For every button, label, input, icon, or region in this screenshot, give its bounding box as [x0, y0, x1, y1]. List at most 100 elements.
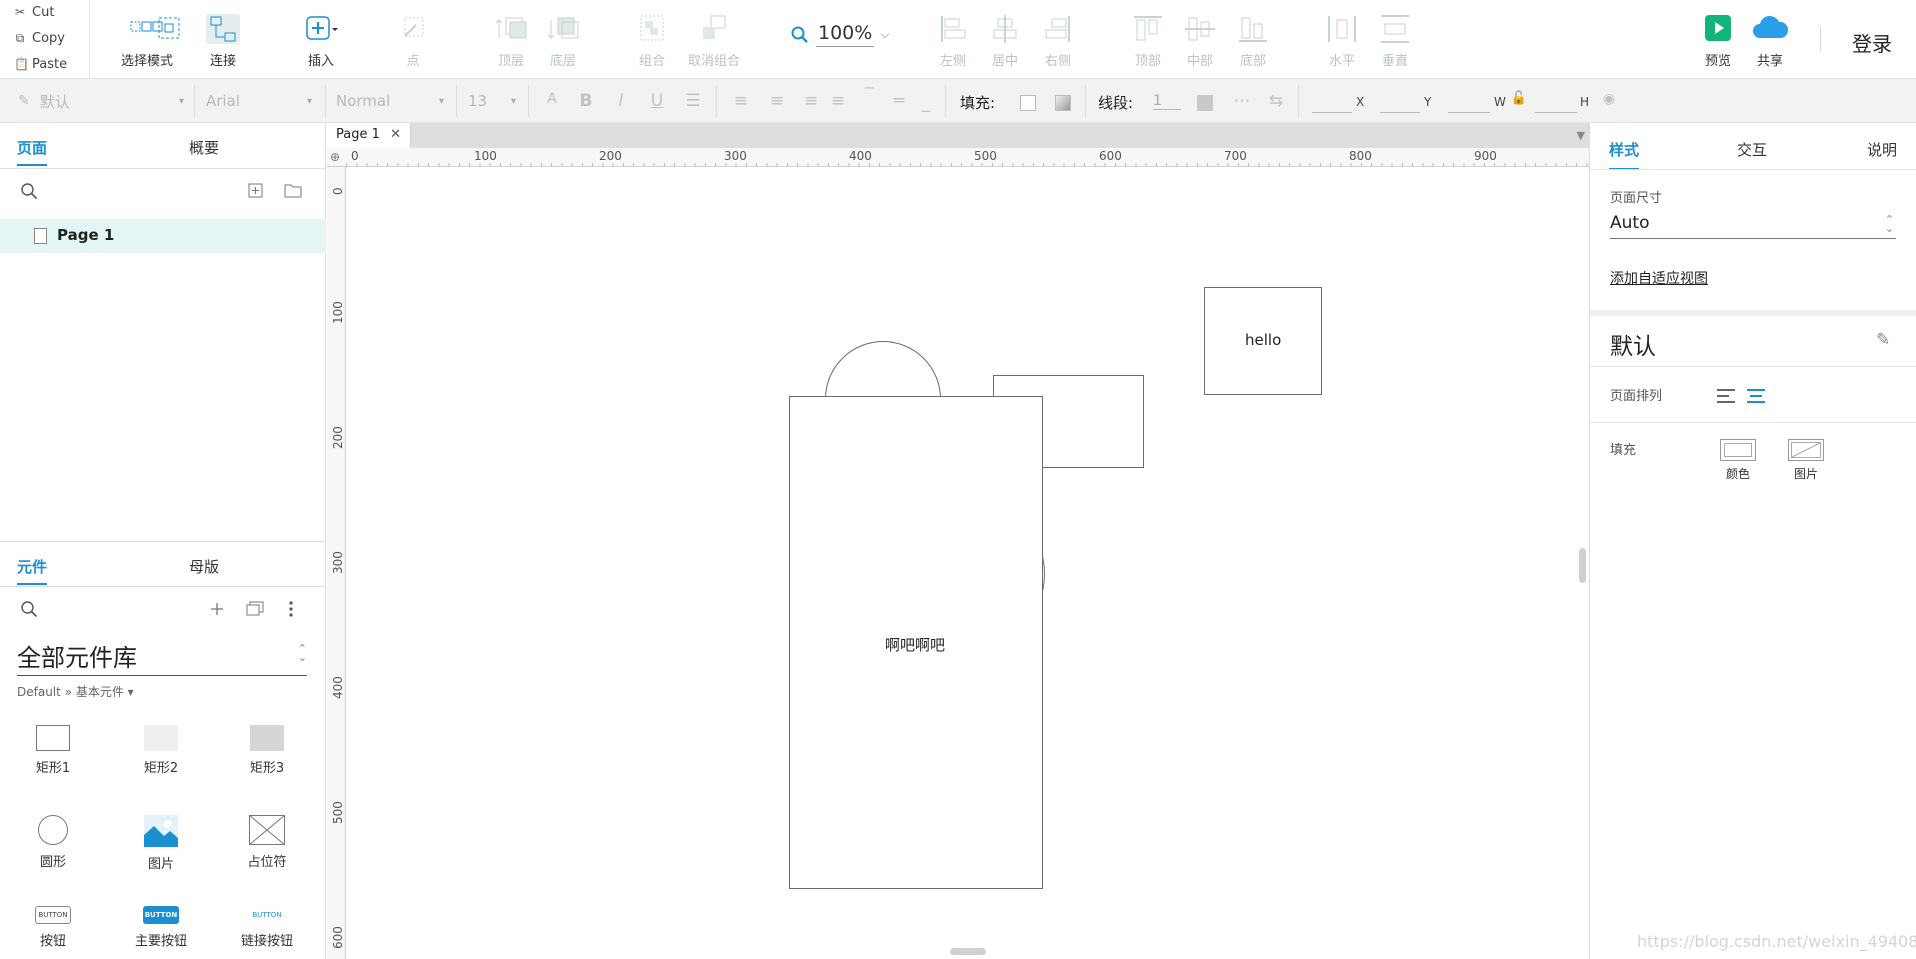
add-page-icon[interactable]: [248, 183, 263, 198]
bring-top-button[interactable]: 顶层: [483, 10, 539, 70]
tab-style[interactable]: 样式: [1609, 139, 1640, 170]
widget-rectangle-3[interactable]: 矩形3: [222, 725, 312, 776]
align-text-left-icon[interactable]: ≡: [730, 91, 752, 111]
add-library-icon[interactable]: [210, 602, 224, 616]
fill-color-swatch[interactable]: [1020, 95, 1036, 111]
align-center-button[interactable]: 居中: [977, 10, 1033, 70]
align-middle-button[interactable]: 中部: [1172, 10, 1228, 70]
align-top-label: 顶部: [1134, 54, 1161, 69]
share-button[interactable]: 共享: [1744, 10, 1796, 70]
widget-rectangle-2[interactable]: 矩形2: [116, 725, 206, 776]
arrow-style-icon[interactable]: ⇆: [1265, 91, 1287, 111]
preview-button[interactable]: 预览: [1692, 10, 1744, 70]
cut-button[interactable]: ✂ Cut: [14, 2, 54, 22]
align-left-page-icon[interactable]: [1717, 389, 1735, 403]
point-icon: [404, 17, 424, 37]
add-folder-icon[interactable]: [284, 183, 302, 198]
point-button[interactable]: 点: [383, 10, 443, 70]
send-bottom-button[interactable]: 底层: [535, 10, 591, 70]
ruler-label: 600: [331, 926, 345, 949]
library-copy-icon[interactable]: [246, 601, 264, 616]
distribute-horizontal-button[interactable]: 水平: [1314, 10, 1370, 70]
style-select[interactable]: ✎ 默认 ▾: [10, 87, 190, 115]
copy-button[interactable]: ⧉ Copy: [14, 28, 65, 48]
widget-circle[interactable]: 圆形: [8, 815, 98, 870]
close-icon[interactable]: ✕: [390, 127, 401, 142]
crosshair-icon[interactable]: ⊕: [330, 150, 340, 164]
font-size-select[interactable]: 13 ▾: [460, 87, 522, 115]
canvas-semicircle-top[interactable]: [825, 341, 941, 399]
widget-button[interactable]: BUTTON 按钮: [8, 906, 98, 949]
font-weight-select[interactable]: Normal ▾: [328, 87, 450, 115]
widget-placeholder[interactable]: 占位符: [222, 815, 312, 870]
stroke-color-swatch[interactable]: [1197, 95, 1213, 111]
library-select[interactable]: 全部元件库 ⌃ ⌄: [17, 638, 307, 676]
paste-button[interactable]: 📋 Paste: [14, 54, 67, 74]
more-vertical-icon[interactable]: [288, 600, 294, 618]
vertical-scrollbar[interactable]: [1579, 548, 1586, 583]
align-bottom-button[interactable]: 底部: [1225, 10, 1281, 70]
font-color-icon[interactable]: A: [541, 91, 563, 107]
y-input[interactable]: [1380, 93, 1420, 113]
tab-masters[interactable]: 母版: [189, 556, 219, 577]
tab-dropdown-icon[interactable]: ▼: [1577, 129, 1585, 142]
tab-outline[interactable]: 概要: [189, 137, 219, 158]
tab-pages[interactable]: 页面: [17, 137, 48, 166]
align-top-button[interactable]: 顶部: [1120, 10, 1176, 70]
tab-interaction[interactable]: 交互: [1737, 139, 1767, 160]
align-left-button[interactable]: 左侧: [925, 10, 981, 70]
valign-bottom-icon[interactable]: _: [915, 93, 937, 113]
search-icon[interactable]: [20, 182, 38, 200]
align-text-center-icon[interactable]: ≡: [766, 91, 788, 111]
fill-image-button[interactable]: 图片: [1786, 439, 1826, 482]
library-breadcrumb[interactable]: Default » 基本元件 ▾: [17, 683, 134, 700]
insert-button[interactable]: 插入: [285, 10, 357, 70]
shadow-swatch[interactable]: [1055, 95, 1071, 111]
widget-rectangle-1[interactable]: 矩形1: [8, 725, 98, 776]
bullet-list-icon[interactable]: ☰: [682, 91, 704, 111]
bold-icon[interactable]: B: [575, 91, 597, 111]
marquee-select-button[interactable]: [154, 10, 184, 70]
align-text-justify-icon[interactable]: ≡: [827, 91, 849, 111]
lock-icon[interactable]: 🔓: [1508, 91, 1530, 106]
zoom-control[interactable]: 100% ⌵: [790, 22, 889, 47]
login-button[interactable]: 登录: [1852, 28, 1892, 57]
distribute-vertical-button[interactable]: 垂直: [1367, 10, 1423, 70]
horizontal-scrollbar[interactable]: [950, 948, 986, 955]
valign-middle-icon[interactable]: ═: [888, 91, 910, 111]
document-tab[interactable]: Page 1 ✕: [327, 123, 411, 148]
canvas-rectangle-hello[interactable]: hello: [1204, 287, 1322, 395]
h-input[interactable]: [1535, 93, 1577, 113]
search-icon[interactable]: [20, 600, 38, 618]
page-list-item[interactable]: Page 1: [0, 219, 326, 253]
underline-icon[interactable]: U: [646, 91, 668, 111]
font-family-select[interactable]: Arial ▾: [198, 87, 318, 115]
group-button[interactable]: 组合: [622, 10, 682, 70]
connect-button[interactable]: 连接: [187, 10, 259, 70]
edit-style-icon[interactable]: ✎: [1876, 330, 1890, 350]
ungroup-button[interactable]: 取消组合: [678, 10, 750, 70]
align-right-button[interactable]: 右侧: [1030, 10, 1086, 70]
widget-primary-button[interactable]: BUTTON 主要按钮: [116, 906, 206, 949]
x-input[interactable]: [1312, 93, 1352, 113]
widget-image[interactable]: 图片: [116, 815, 206, 872]
fill-color-button[interactable]: 颜色: [1718, 439, 1758, 482]
align-text-right-icon[interactable]: ≡: [800, 91, 822, 111]
visibility-eye-icon[interactable]: ◉: [1598, 91, 1620, 107]
ruler-label: 200: [331, 426, 345, 449]
valign-top-icon[interactable]: ‾: [858, 85, 880, 105]
tab-widgets[interactable]: 元件: [17, 556, 48, 585]
align-center-label: 居中: [991, 54, 1018, 69]
w-input[interactable]: [1448, 93, 1490, 113]
page-size-select[interactable]: Auto ⌃ ⌄: [1610, 213, 1896, 239]
tab-notes[interactable]: 说明: [1867, 139, 1897, 160]
align-top-icon: [1134, 16, 1162, 41]
stroke-pattern-icon[interactable]: ⋯: [1231, 91, 1253, 111]
add-adaptive-view-link[interactable]: 添加自适应视图: [1610, 268, 1708, 288]
align-center-page-icon[interactable]: [1747, 389, 1765, 403]
italic-icon[interactable]: I: [610, 91, 632, 111]
chevron-down-icon: ▾: [510, 95, 516, 107]
canvas-rectangle-main[interactable]: 啊吧啊吧: [789, 396, 1043, 889]
widget-link-button[interactable]: BUTTON 链接按钮: [222, 906, 312, 949]
stroke-width-input[interactable]: 1: [1153, 93, 1181, 110]
